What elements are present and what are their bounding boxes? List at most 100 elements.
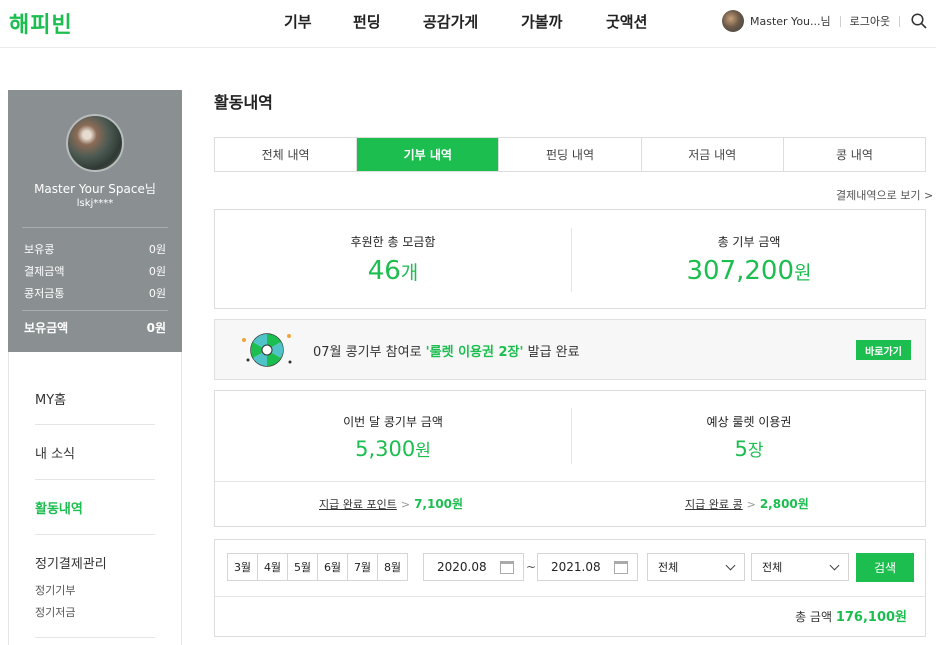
menu-news[interactable]: 내 소식 [35,443,75,462]
search-icon[interactable] [911,13,927,29]
stat-label: 총 기부 금액 [717,235,781,249]
total-amount-label: 총 금액 [795,610,832,624]
payment-value: 0원 [148,265,166,278]
total-fundraisers: 후원한 총 모금함 46개 [215,233,571,286]
stat-number: 5 [734,437,748,461]
total-donation: 총 기부 금액 307,200원 [571,233,927,286]
balance-label: 보유콩 [24,243,55,256]
type-select-value: 전체 [658,561,679,574]
payment-history-link[interactable]: 결제내역으로 보기 > [836,187,933,203]
nav-visit[interactable]: 가볼까 [521,11,562,31]
monthly-bean-donation: 이번 달 콩기부 금액 5,300원 [215,413,571,461]
go-button[interactable]: 바로가기 [856,340,911,360]
paid-beans: 지급 완료 콩 >2,800원 [685,495,809,512]
date-to-input[interactable]: 2021.08 [537,553,638,581]
divider [839,15,841,27]
month-button[interactable]: 4월 [257,553,288,581]
chevron-right-icon: > [400,498,411,511]
category-select[interactable]: 전체 [751,553,849,581]
month-button[interactable]: 8월 [377,553,408,581]
header: 해피빈 기부 펀딩 공감가게 가볼까 굿액션 Master You...님 로그… [0,0,936,48]
category-select-value: 전체 [762,561,783,574]
nav-good-action[interactable]: 굿액션 [606,11,647,31]
paid-points-link[interactable]: 지급 완료 포인트 [319,498,397,511]
date-from-input[interactable]: 2020.08 [423,553,524,581]
piggybank-value: 0원 [148,287,166,300]
balance-row: 보유콩 0원 [24,241,166,257]
chevron-down-icon [725,560,736,570]
banner-message: 07월 콩기부 참여로 '룰렛 이용권 2장' 발급 완료 [313,341,580,360]
divider [35,424,155,425]
menu-regular-saving[interactable]: 정기저금 [35,604,75,620]
divider [35,637,155,638]
month-button[interactable]: 6월 [317,553,348,581]
tab-saving[interactable]: 저금 내역 [642,138,784,171]
menu-regular-payment[interactable]: 정기결제관리 [35,553,107,572]
stat-number: 307,200 [686,256,795,286]
avatar[interactable] [66,114,124,172]
roulette-banner: 07월 콩기부 참여로 '룰렛 이용권 2장' 발급 완료 바로가기 [214,319,926,380]
nav-store[interactable]: 공감가게 [423,11,478,31]
stat-unit: 원 [794,262,812,284]
payment-row: 결제금액 0원 [24,263,166,279]
piggybank-row: 콩저금통 0원 [24,285,166,301]
date-to-value: 2021.08 [551,560,601,574]
banner-prefix: 07월 콩기부 참여로 [313,345,426,360]
nav-funding[interactable]: 펀딩 [353,11,381,31]
menu-regular-donation[interactable]: 정기기부 [35,582,75,598]
stat-value: 5,300원 [215,436,571,461]
divider [22,227,168,228]
month-buttons: 3월 4월 5월 6월 7월 8월 [227,553,408,581]
tab-donation[interactable]: 기부 내역 [357,138,500,171]
stat-unit: 개 [400,262,419,284]
divider [215,481,925,482]
profile-name: Master Your Space님 [34,182,156,196]
stat-unit: 장 [747,441,764,461]
total-amount: 총 금액 176,100원 [795,606,907,625]
paid-points: 지급 완료 포인트 >7,100원 [319,495,463,512]
nav-donate[interactable]: 기부 [284,11,312,31]
logo[interactable]: 해피빈 [9,7,73,39]
piggybank-label: 콩저금통 [24,287,65,300]
stat-label: 후원한 총 모금함 [350,235,436,249]
monthly-box: 이번 달 콩기부 금액 5,300원 예상 룰렛 이용권 5장 지급 완료 포인… [214,390,926,527]
calendar-icon[interactable] [500,560,514,574]
user-name[interactable]: Master You...님 [750,13,831,29]
paid-beans-value: 2,800원 [759,497,809,511]
total-label: 보유금액 [24,321,69,335]
type-select[interactable]: 전체 [647,553,745,581]
search-button[interactable]: 검색 [856,553,914,582]
paid-beans-link[interactable]: 지급 완료 콩 [685,498,743,511]
divider [22,310,168,311]
paid-points-value: 7,100원 [414,497,464,511]
profile-box: Master Your Space님 lskj**** 보유콩 0원 결제금액 … [8,90,182,352]
total-row: 보유금액 0원 [24,319,166,336]
stat-value: 5장 [571,436,927,461]
page-title: 활동내역 [214,93,273,112]
user-area: Master You...님 로그아웃 [722,10,909,32]
banner-highlight: '룰렛 이용권 2장' [425,345,524,360]
stat-label: 예상 룰렛 이용권 [706,415,792,429]
month-button[interactable]: 5월 [287,553,318,581]
user-avatar[interactable] [722,10,744,32]
month-button[interactable]: 7월 [347,553,378,581]
menu-my-home[interactable]: MY홈 [35,389,66,408]
tab-bean[interactable]: 콩 내역 [784,138,925,171]
tab-all[interactable]: 전체 내역 [215,138,358,171]
stat-value: 307,200원 [571,256,927,286]
menu-activity[interactable]: 활동내역 [35,498,83,517]
chevron-right-icon: > [746,498,756,511]
tab-funding[interactable]: 펀딩 내역 [499,138,642,171]
stat-unit: 원 [415,441,431,461]
roulette-icon [242,333,292,367]
divider [35,534,155,535]
stat-number: 5,300 [355,437,416,461]
calendar-icon[interactable] [614,560,628,574]
chevron-down-icon [829,560,840,570]
side-menu: MY홈 내 소식 활동내역 정기결제관리 정기기부 정기저금 [8,352,182,645]
logout-link[interactable]: 로그아웃 [850,13,890,29]
month-button[interactable]: 3월 [227,553,258,581]
stat-number: 46 [367,256,401,286]
filter-box: 3월 4월 5월 6월 7월 8월 2020.08 ~ 2021.08 전체 전… [214,539,926,637]
profile-id: lskj**** [76,198,114,209]
